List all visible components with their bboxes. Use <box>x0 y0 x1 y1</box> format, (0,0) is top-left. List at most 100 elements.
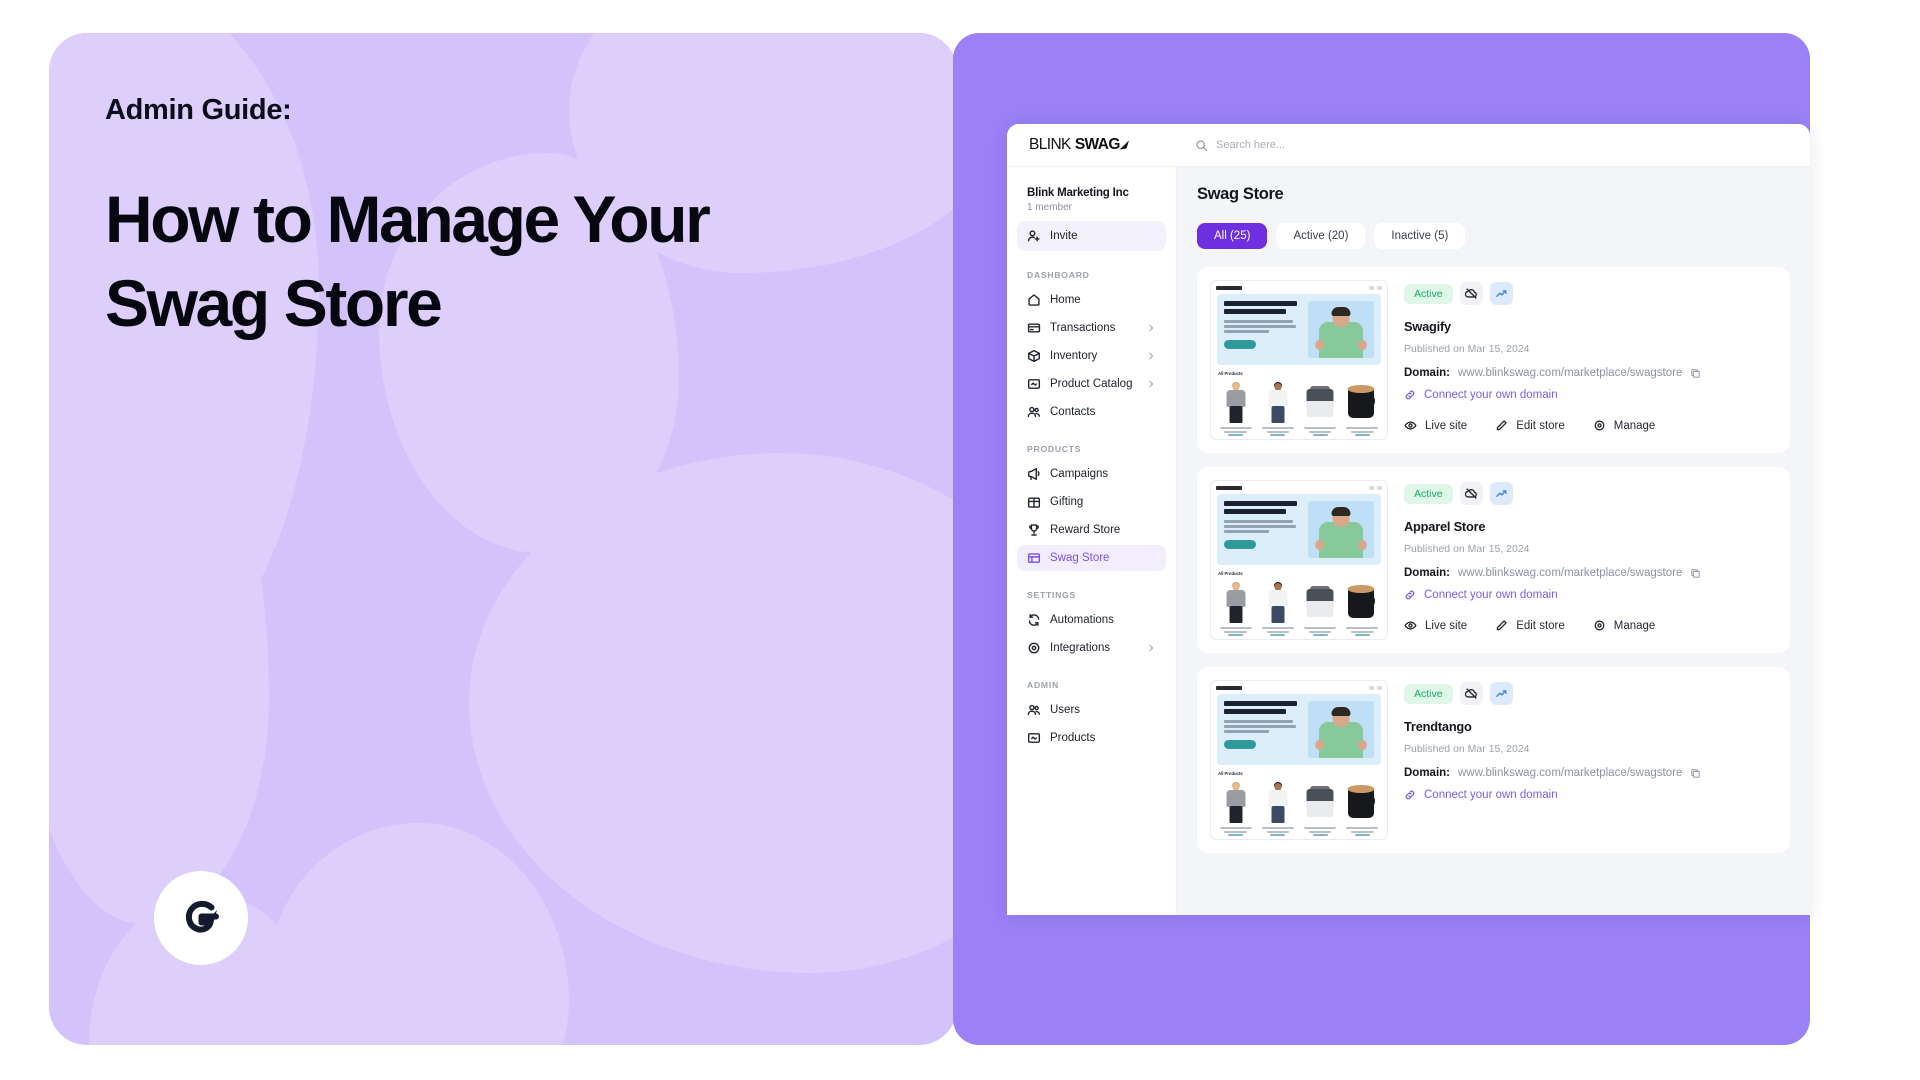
arrow-swoosh-icon <box>1119 140 1129 150</box>
preview-topbar <box>1211 481 1387 494</box>
store-card[interactable]: All Products Active Apparel Store Published… <box>1197 467 1790 653</box>
preview-topbar <box>1211 281 1387 294</box>
preview-product <box>1259 580 1297 636</box>
live-site-button[interactable]: Live site <box>1404 419 1467 432</box>
search-icon <box>1196 139 1208 151</box>
edit-store-label: Edit store <box>1516 619 1565 632</box>
gear-icon <box>1593 619 1606 632</box>
sidebar-item-integrations[interactable]: Integrations <box>1017 635 1166 661</box>
sidebar-item-users[interactable]: Users <box>1017 697 1166 723</box>
manage-button[interactable]: Manage <box>1593 619 1656 632</box>
cloud-off-icon[interactable] <box>1459 482 1483 505</box>
search-placeholder: Search here... <box>1216 139 1286 151</box>
sidebar-item-campaigns[interactable]: Campaigns <box>1017 461 1166 487</box>
trending-chart-icon[interactable] <box>1489 482 1513 505</box>
live-site-label: Live site <box>1425 419 1468 432</box>
slide-eyebrow: Admin Guide: <box>105 94 292 126</box>
org-card: Blink Marketing Inc 1 member Invite <box>1017 181 1166 251</box>
main-content: Swag Store All (25) Active (20) Inactive (… <box>1177 167 1810 915</box>
status-badge: Active <box>1404 483 1453 504</box>
copy-icon[interactable] <box>1690 568 1701 579</box>
connect-domain-link[interactable]: Connect your own domain <box>1404 389 1777 401</box>
preview-hero <box>1217 294 1381 365</box>
chevron-right-icon <box>1146 379 1156 389</box>
sidebar-item-inventory[interactable]: Inventory <box>1017 343 1166 369</box>
sidebar-item-contacts[interactable]: Contacts <box>1017 399 1166 425</box>
link-icon <box>1404 389 1416 401</box>
domain-label: Domain: <box>1404 567 1450 579</box>
connect-domain-label: Connect your own domain <box>1424 789 1558 801</box>
preview-product-image <box>1259 380 1297 424</box>
trending-chart-icon[interactable] <box>1489 282 1513 305</box>
gemnote-g-arrow-logo <box>154 871 248 965</box>
preview-product <box>1217 580 1255 636</box>
store-domain-row: Domain: www.blinkswag.com/marketplace/swa… <box>1404 567 1777 579</box>
catalog-icon <box>1027 731 1041 745</box>
store-badges: Active <box>1404 482 1777 505</box>
store-preview-thumbnail[interactable]: All Products <box>1210 480 1388 640</box>
preview-product <box>1343 780 1381 836</box>
store-name: Apparel Store <box>1404 519 1486 534</box>
search-bar[interactable]: Search here... <box>1177 139 1810 152</box>
store-published-date: Published on Mar 15, 2024 <box>1404 743 1530 755</box>
sidebar-item-product-catalog[interactable]: Product Catalog <box>1017 371 1166 397</box>
sidebar-item-home[interactable]: Home <box>1017 287 1166 313</box>
cloud-off-icon[interactable] <box>1459 282 1483 305</box>
app-topbar: BLINK SWAG Search here... <box>1007 124 1810 167</box>
status-badge: Active <box>1404 683 1453 704</box>
user-plus-icon <box>1027 229 1041 243</box>
tab-active-20[interactable]: Active (20) <box>1276 223 1366 249</box>
link-icon <box>1404 789 1416 801</box>
users-icon <box>1027 703 1041 717</box>
preview-product <box>1301 580 1339 636</box>
connect-domain-label: Connect your own domain <box>1424 389 1558 401</box>
edit-store-button[interactable]: Edit store <box>1495 619 1565 632</box>
sidebar-item-label: Gifting <box>1050 496 1084 508</box>
gear-icon <box>1593 419 1606 432</box>
sidebar-item-swag-store[interactable]: Swag Store <box>1017 545 1166 571</box>
title-card: Admin Guide: How to Manage Your Swag Sto… <box>49 33 957 1045</box>
live-site-button[interactable]: Live site <box>1404 619 1467 632</box>
sidebar-item-gifting[interactable]: Gifting <box>1017 489 1166 515</box>
sidebar-item-transactions[interactable]: Transactions <box>1017 315 1166 341</box>
sidebar-item-label: Products <box>1050 732 1096 744</box>
preview-product-image <box>1301 580 1339 624</box>
store-card[interactable]: All Products Active Trendtango Published on… <box>1197 667 1790 853</box>
store-badges: Active <box>1404 682 1777 705</box>
store-published-date: Published on Mar 15, 2024 <box>1404 543 1530 555</box>
tab-all-25[interactable]: All (25) <box>1197 223 1268 249</box>
copy-icon[interactable] <box>1690 368 1701 379</box>
filter-tabs: All (25) Active (20) Inactive (5) <box>1197 223 1790 249</box>
preview-topbar <box>1211 681 1387 694</box>
manage-label: Manage <box>1613 619 1656 632</box>
invite-button[interactable]: Invite <box>1017 221 1166 251</box>
preview-product <box>1259 380 1297 436</box>
store-preview-thumbnail[interactable]: All Products <box>1210 680 1388 840</box>
edit-store-button[interactable]: Edit store <box>1495 419 1565 432</box>
brand-logo[interactable]: BLINK SWAG <box>1007 124 1177 166</box>
refresh-icon <box>1027 613 1041 627</box>
brand-text-blink: BLINK <box>1029 136 1071 153</box>
copy-icon[interactable] <box>1690 768 1701 779</box>
sidebar-item-label: Inventory <box>1050 350 1098 362</box>
store-published-date: Published on Mar 15, 2024 <box>1404 343 1530 355</box>
connect-domain-link[interactable]: Connect your own domain <box>1404 589 1777 601</box>
store-preview-thumbnail[interactable]: All Products <box>1210 280 1388 440</box>
cloud-off-icon[interactable] <box>1459 682 1483 705</box>
store-card[interactable]: All Products Active Swagify Published on Ma… <box>1197 267 1790 453</box>
sidebar-item-products[interactable]: Products <box>1017 725 1166 751</box>
manage-button[interactable]: Manage <box>1593 419 1655 432</box>
domain-label: Domain: <box>1404 367 1450 379</box>
connect-domain-link[interactable]: Connect your own domain <box>1404 789 1777 801</box>
trending-chart-icon[interactable] <box>1489 682 1513 705</box>
tab-inactive-5[interactable]: Inactive (5) <box>1374 223 1466 249</box>
trophy-icon <box>1027 523 1041 537</box>
gift-icon <box>1027 495 1041 509</box>
sidebar-item-reward-store[interactable]: Reward Store <box>1017 517 1166 543</box>
store-domain-row: Domain: www.blinkswag.com/marketplace/swa… <box>1404 767 1777 779</box>
sidebar-item-automations[interactable]: Automations <box>1017 607 1166 633</box>
sidebar-item-label: Reward Store <box>1050 524 1121 536</box>
preview-product-grid <box>1211 776 1387 836</box>
status-badge: Active <box>1404 283 1453 304</box>
org-member-count: 1 member <box>1027 202 1073 213</box>
